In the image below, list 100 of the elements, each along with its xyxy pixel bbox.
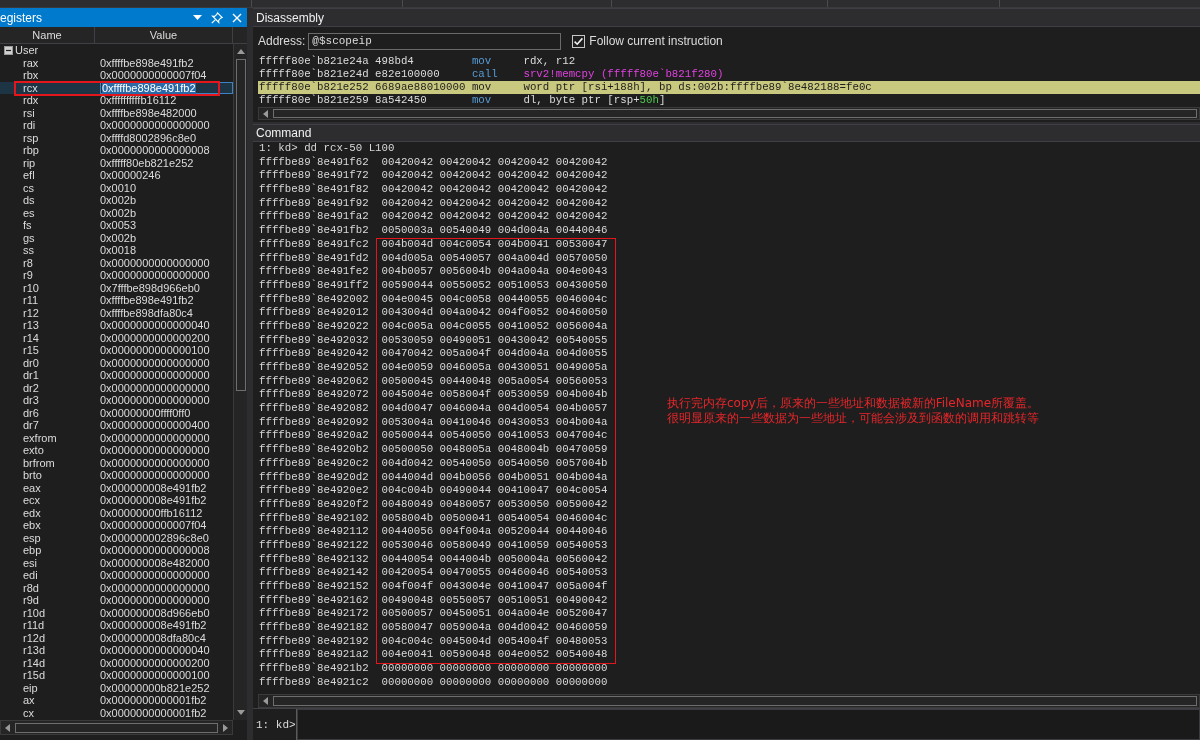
- register-name: eax: [22, 481, 42, 494]
- vertical-scrollbar[interactable]: [233, 44, 247, 720]
- horizontal-scrollbar[interactable]: [258, 107, 1200, 120]
- scrollbar-thumb[interactable]: [273, 109, 1197, 118]
- register-value-field[interactable]: 0xffffbe898e491fb2: [100, 81, 233, 94]
- register-value: 0x00000000ffb16112: [100, 506, 203, 519]
- register-name: es: [22, 206, 36, 219]
- register-name: ecx: [22, 494, 42, 507]
- register-value: 0x000000008d966eb0: [100, 606, 210, 619]
- register-name: r9d: [22, 594, 40, 607]
- register-value: 0x00000246: [100, 169, 161, 182]
- register-name: ebp: [22, 544, 43, 557]
- register-name: r11: [22, 294, 40, 307]
- register-name: r12d: [22, 631, 47, 644]
- register-value: 0x0018: [100, 244, 137, 257]
- register-value: 0x0000000000000000: [100, 469, 210, 482]
- register-value: 0x0000000000000008: [100, 544, 210, 557]
- register-value: 0x0000000000000000: [100, 594, 210, 607]
- instruction-address: fffff80e`b821e259: [259, 94, 370, 107]
- checkbox-label[interactable]: Follow current instruction: [589, 34, 723, 48]
- operands: word ptr [rsi+188h], bp ds:002b:ffffbe89`8e482188=fe0c: [523, 81, 873, 94]
- horizontal-scrollbar[interactable]: [0, 720, 233, 735]
- collapse-icon[interactable]: [4, 45, 13, 55]
- memory-dump-line: ffffbe89`8e4920b2 00500050 0048005a 0048004b 00470059: [259, 443, 608, 457]
- dropdown-icon[interactable]: [193, 13, 202, 22]
- register-name: exfrom: [22, 431, 58, 444]
- mnemonic: mov: [471, 81, 493, 94]
- register-name: rbx: [22, 69, 40, 82]
- opcode-bytes: 6689ae88010000: [375, 81, 467, 94]
- register-value: 0x0000000000000400: [100, 419, 210, 432]
- register-name: eip: [22, 681, 39, 694]
- register-name: rdi: [22, 119, 37, 132]
- memory-dump-line: ffffbe89`8e492092 0053004a 00410046 00430053 004b004a: [259, 415, 608, 429]
- memory-dump-line: ffffbe89`8e491f82 00420042 00420042 00420042 00420042: [259, 183, 608, 197]
- memory-dump-line: ffffbe89`8e491fb2 0050003a 00540049 004d004a 00440046: [259, 224, 608, 238]
- register-name: r9: [22, 269, 34, 282]
- memory-dump-line: ffffbe89`8e491fd2 004d005a 00540057 004a004d 00570050: [259, 251, 608, 265]
- register-name: esp: [22, 531, 42, 544]
- register-name: ds: [22, 194, 36, 207]
- register-value: 0x0000000000000000: [100, 119, 210, 132]
- register-value: 0x0000000000001fb2: [100, 706, 207, 719]
- register-name: dr0: [22, 356, 40, 369]
- register-value: 0xffffffffffb16112: [100, 94, 177, 107]
- close-icon[interactable]: [232, 12, 242, 23]
- mnemonic: mov: [471, 55, 493, 68]
- register-name: rip: [22, 156, 37, 169]
- memory-dump-line: ffffbe89`8e492112 00440056 004f004a 00520044 00440046: [259, 525, 608, 539]
- mnemonic: call: [471, 68, 499, 81]
- register-value: 0xffffbe898e491fb2: [100, 294, 194, 307]
- register-value: 0x000000008e491fb2: [100, 481, 207, 494]
- scroll-left-icon[interactable]: [261, 108, 270, 119]
- register-name: r13: [22, 319, 40, 332]
- scrollbar-thumb[interactable]: [235, 59, 246, 391]
- follow-checkbox[interactable]: [572, 34, 586, 48]
- register-name: r15d: [22, 669, 47, 682]
- register-name: brfrom: [22, 456, 56, 469]
- scroll-right-icon[interactable]: [221, 722, 230, 733]
- opcode-bytes: 498bd4: [375, 55, 415, 68]
- register-name: r8d: [22, 581, 40, 594]
- register-value: 0x0000000000000200: [100, 656, 210, 669]
- register-name: r11d: [22, 619, 46, 632]
- register-value: 0xffffbe898e482000: [100, 106, 197, 119]
- memory-dump-line: ffffbe89`8e492012 0043004d 004a0042 004f0052 00460050: [259, 306, 608, 320]
- register-name: edx: [22, 506, 42, 519]
- horizontal-scrollbar[interactable]: [258, 694, 1200, 708]
- memory-dump-line: ffffbe89`8e492142 00420054 00470055 00460046 00540053: [259, 566, 608, 580]
- scroll-left-icon[interactable]: [3, 722, 12, 733]
- address-field[interactable]: @$scopeip: [308, 32, 562, 50]
- scrollbar-thumb[interactable]: [273, 696, 1197, 706]
- scroll-left-icon[interactable]: [261, 696, 270, 706]
- register-value: 0x0000000000000000: [100, 444, 210, 457]
- column-header[interactable]: Value: [95, 27, 233, 43]
- register-value: 0x0000000000001fb2: [100, 694, 207, 707]
- scrollbar-thumb[interactable]: [15, 722, 218, 733]
- operands: srv2!memcpy (fffff80e`b821f280): [523, 68, 725, 81]
- memory-dump-line: ffffbe89`8e492132 00440054 0044004b 0050004a 00560042: [259, 552, 608, 566]
- register-name: r10d: [22, 606, 47, 619]
- register-name: r12: [22, 306, 40, 319]
- command-input[interactable]: [297, 709, 1200, 740]
- memory-dump-line: ffffbe89`8e4921a2 004e0041 00590048 004e0052 00540048: [259, 648, 608, 662]
- memory-dump-line: ffffbe89`8e492152 004f004f 0043004e 00410047 005a004f: [259, 580, 608, 594]
- tree-node-label[interactable]: User: [15, 44, 39, 57]
- register-value: 0xffffbe898e491fb2: [100, 56, 194, 69]
- register-name: cx: [22, 706, 35, 719]
- memory-dump-line: ffffbe89`8e4920e2 004c004b 00490044 00410047 004c0054: [259, 484, 608, 498]
- scroll-down-icon[interactable]: [235, 708, 246, 717]
- memory-dump-line: ffffbe89`8e491f72 00420042 00420042 00420042 00420042: [259, 169, 608, 183]
- column-header[interactable]: Name: [0, 27, 95, 43]
- panel-title: Disassembly: [256, 10, 324, 25]
- memory-dump-line: ffffbe89`8e492042 00470042 005a004f 004d004a 004d0055: [259, 347, 608, 361]
- register-name: dr3: [22, 394, 40, 407]
- memory-dump-line: ffffbe89`8e492002 004e0045 004c0058 00440055 0046004c: [259, 292, 608, 306]
- memory-dump-line: ffffbe89`8e492062 00500045 00440048 005a0054 00560053: [259, 374, 608, 388]
- register-value: 0x0000000000000000: [100, 569, 210, 582]
- scroll-up-icon[interactable]: [235, 47, 246, 56]
- register-value: 0x0000000000000008: [100, 144, 210, 157]
- register-value: 0x0000000000007f04: [100, 519, 207, 532]
- command-echo: 1: kd> dd rcx-50 L100: [259, 142, 395, 156]
- register-value: 0xfffff80eb821e252: [100, 156, 194, 169]
- pin-icon[interactable]: [211, 11, 223, 24]
